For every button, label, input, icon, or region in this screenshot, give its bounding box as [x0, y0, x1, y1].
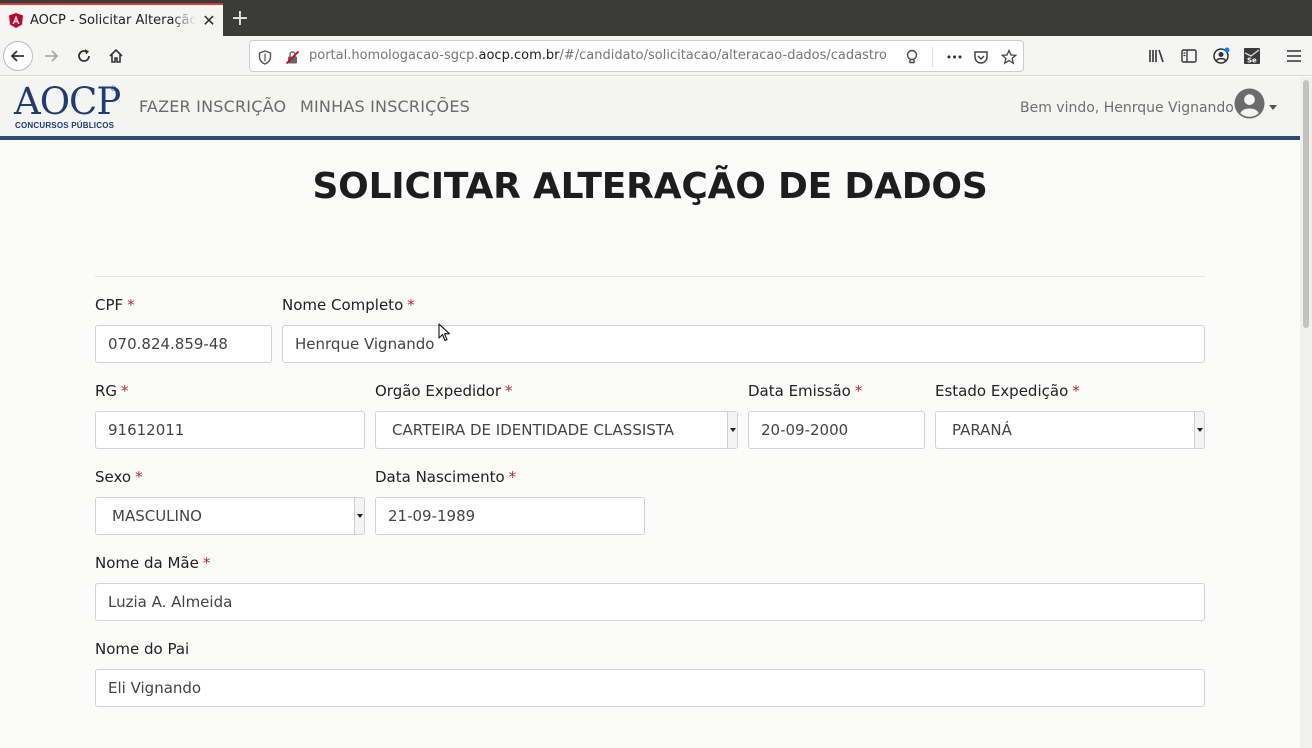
tab-close-icon[interactable]: ✕ — [200, 11, 218, 30]
sexo-label: Sexo * — [95, 468, 143, 486]
required-mark: * — [202, 554, 211, 572]
mouse-cursor-icon — [438, 323, 451, 342]
orgao-expedidor-label: Orgão Expedidor * — [375, 382, 513, 400]
shield-icon[interactable] — [256, 48, 274, 66]
data-nascimento-label: Data Nascimento * — [375, 468, 516, 486]
page-actions-icon[interactable]: ••• — [942, 48, 966, 66]
site-header: AOCP ® CONCURSOS PÚBLICOS FAZER INSCRIÇÃ… — [0, 77, 1300, 140]
data-nascimento-label-text: Data Nascimento — [375, 468, 505, 486]
logo-registered-mark: ® — [110, 85, 117, 93]
rg-label: RG * — [95, 382, 129, 400]
sexo-select[interactable]: MASCULINO — [95, 497, 365, 535]
estado-expedicao-value: PARANÁ — [952, 421, 1012, 439]
back-button[interactable] — [3, 41, 33, 71]
estado-expedicao-label-text: Estado Expedição — [935, 382, 1069, 400]
welcome-text[interactable]: Bem vindo, Henrque Vignando — [1020, 100, 1234, 116]
cpf-input[interactable]: 070.824.859-48 — [95, 325, 272, 363]
required-mark: * — [121, 382, 129, 400]
data-emissao-label: Data Emissão * — [748, 382, 862, 400]
required-mark: * — [135, 468, 143, 486]
rg-input[interactable]: 91612011 — [95, 411, 365, 449]
data-emissao-label-text: Data Emissão — [748, 382, 851, 400]
url-path: /#/candidato/solicitacao/alteracao-dados… — [559, 48, 887, 63]
reload-icon — [78, 49, 90, 62]
orgao-expedidor-value: CARTEIRA DE IDENTIDADE CLASSISTA — [392, 421, 675, 439]
dropdown-arrow-icon[interactable] — [727, 412, 737, 448]
forward-button[interactable] — [36, 41, 66, 71]
selenium-extension-icon[interactable]: Se — [1242, 46, 1262, 66]
sexo-value: MASCULINO — [112, 507, 202, 525]
logo-text: AOCP — [14, 80, 121, 123]
nome-mae-input[interactable]: Luzia A. Almeida — [95, 583, 1205, 621]
rg-label-text: RG — [95, 382, 118, 400]
angular-favicon-icon — [8, 13, 24, 29]
cpf-label-text: CPF — [95, 296, 124, 314]
nome-completo-label-text: Nome Completo — [282, 296, 404, 314]
url-text[interactable]: portal.homologacao-sgcp.aocp.com.br/#/ca… — [309, 48, 887, 63]
browser-tab-bar: AOCP - Solicitar Alteração de Dados ✕ + — [0, 0, 1312, 36]
required-mark: * — [407, 296, 415, 314]
urlbar-separator — [932, 47, 933, 67]
reload-button[interactable] — [69, 41, 99, 71]
page-title: SOLICITAR ALTERAÇÃO DE DADOS — [312, 166, 988, 207]
scrollbar-thumb[interactable] — [1303, 80, 1309, 328]
pocket-icon[interactable] — [972, 48, 990, 66]
section-divider — [95, 276, 1205, 277]
tab-title: AOCP - Solicitar Alteração de Dados — [30, 13, 196, 28]
library-icon[interactable] — [1147, 46, 1167, 66]
account-sync-icon[interactable] — [1211, 46, 1231, 66]
orgao-expedidor-label-text: Orgão Expedidor — [375, 382, 502, 400]
required-mark: * — [854, 382, 863, 400]
user-menu-caret-icon[interactable] — [1269, 105, 1277, 110]
home-icon — [109, 48, 123, 63]
required-mark: * — [505, 382, 513, 400]
nome-mae-label: Nome da Mãe * — [95, 554, 210, 572]
sexo-label-text: Sexo — [95, 468, 132, 486]
required-mark: * — [127, 296, 135, 314]
home-button[interactable] — [101, 41, 131, 71]
user-avatar-icon[interactable] — [1234, 88, 1265, 119]
new-tab-button[interactable]: + — [228, 8, 252, 32]
aocp-logo[interactable]: AOCP ® CONCURSOS PÚBLICOS — [14, 80, 121, 133]
url-domain: aocp.com.br — [478, 48, 560, 63]
back-arrow-icon — [10, 50, 24, 62]
browser-nav-bar: portal.homologacao-sgcp.aocp.com.br/#/ca… — [0, 36, 1312, 76]
nome-completo-input[interactable]: Henrque Vignando — [282, 325, 1205, 363]
dropdown-arrow-icon[interactable] — [354, 498, 364, 534]
svg-text:Se: Se — [1247, 57, 1257, 65]
estado-expedicao-select[interactable]: PARANÁ — [935, 411, 1205, 449]
hamburger-menu-icon[interactable] — [1284, 46, 1304, 66]
browser-tab-active[interactable]: AOCP - Solicitar Alteração de Dados ✕ — [0, 3, 223, 36]
nome-mae-label-text: Nome da Mãe — [95, 554, 199, 572]
cpf-label: CPF * — [95, 296, 135, 314]
sidebar-icon[interactable] — [1179, 46, 1199, 66]
data-nascimento-input[interactable]: 21-09-1989 — [375, 497, 645, 535]
forward-arrow-icon — [45, 50, 59, 62]
orgao-expedidor-select[interactable]: CARTEIRA DE IDENTIDADE CLASSISTA — [375, 411, 738, 449]
url-prefix: portal.homologacao-sgcp. — [309, 48, 479, 63]
nav-minhas-inscricoes[interactable]: MINHAS INSCRIÇÕES — [300, 97, 470, 116]
data-emissao-input[interactable]: 20-09-2000 — [748, 411, 925, 449]
required-mark: * — [508, 468, 517, 486]
url-bar[interactable]: portal.homologacao-sgcp.aocp.com.br/#/ca… — [249, 40, 1024, 72]
nome-completo-label: Nome Completo * — [282, 296, 415, 314]
lightbulb-icon[interactable] — [903, 48, 921, 66]
nome-pai-label: Nome do Pai — [95, 640, 190, 658]
dropdown-arrow-icon[interactable] — [1194, 412, 1204, 448]
estado-expedicao-label: Estado Expedição * — [935, 382, 1080, 400]
logo-subtext: CONCURSOS PÚBLICOS — [15, 121, 115, 130]
insecure-lock-icon[interactable] — [283, 48, 301, 66]
nome-pai-input[interactable]: Eli Vignando — [95, 669, 1205, 707]
nav-fazer-inscricao[interactable]: FAZER INSCRIÇÃO — [139, 97, 286, 116]
required-mark: * — [1072, 382, 1080, 400]
bookmark-star-icon[interactable] — [1000, 48, 1018, 66]
